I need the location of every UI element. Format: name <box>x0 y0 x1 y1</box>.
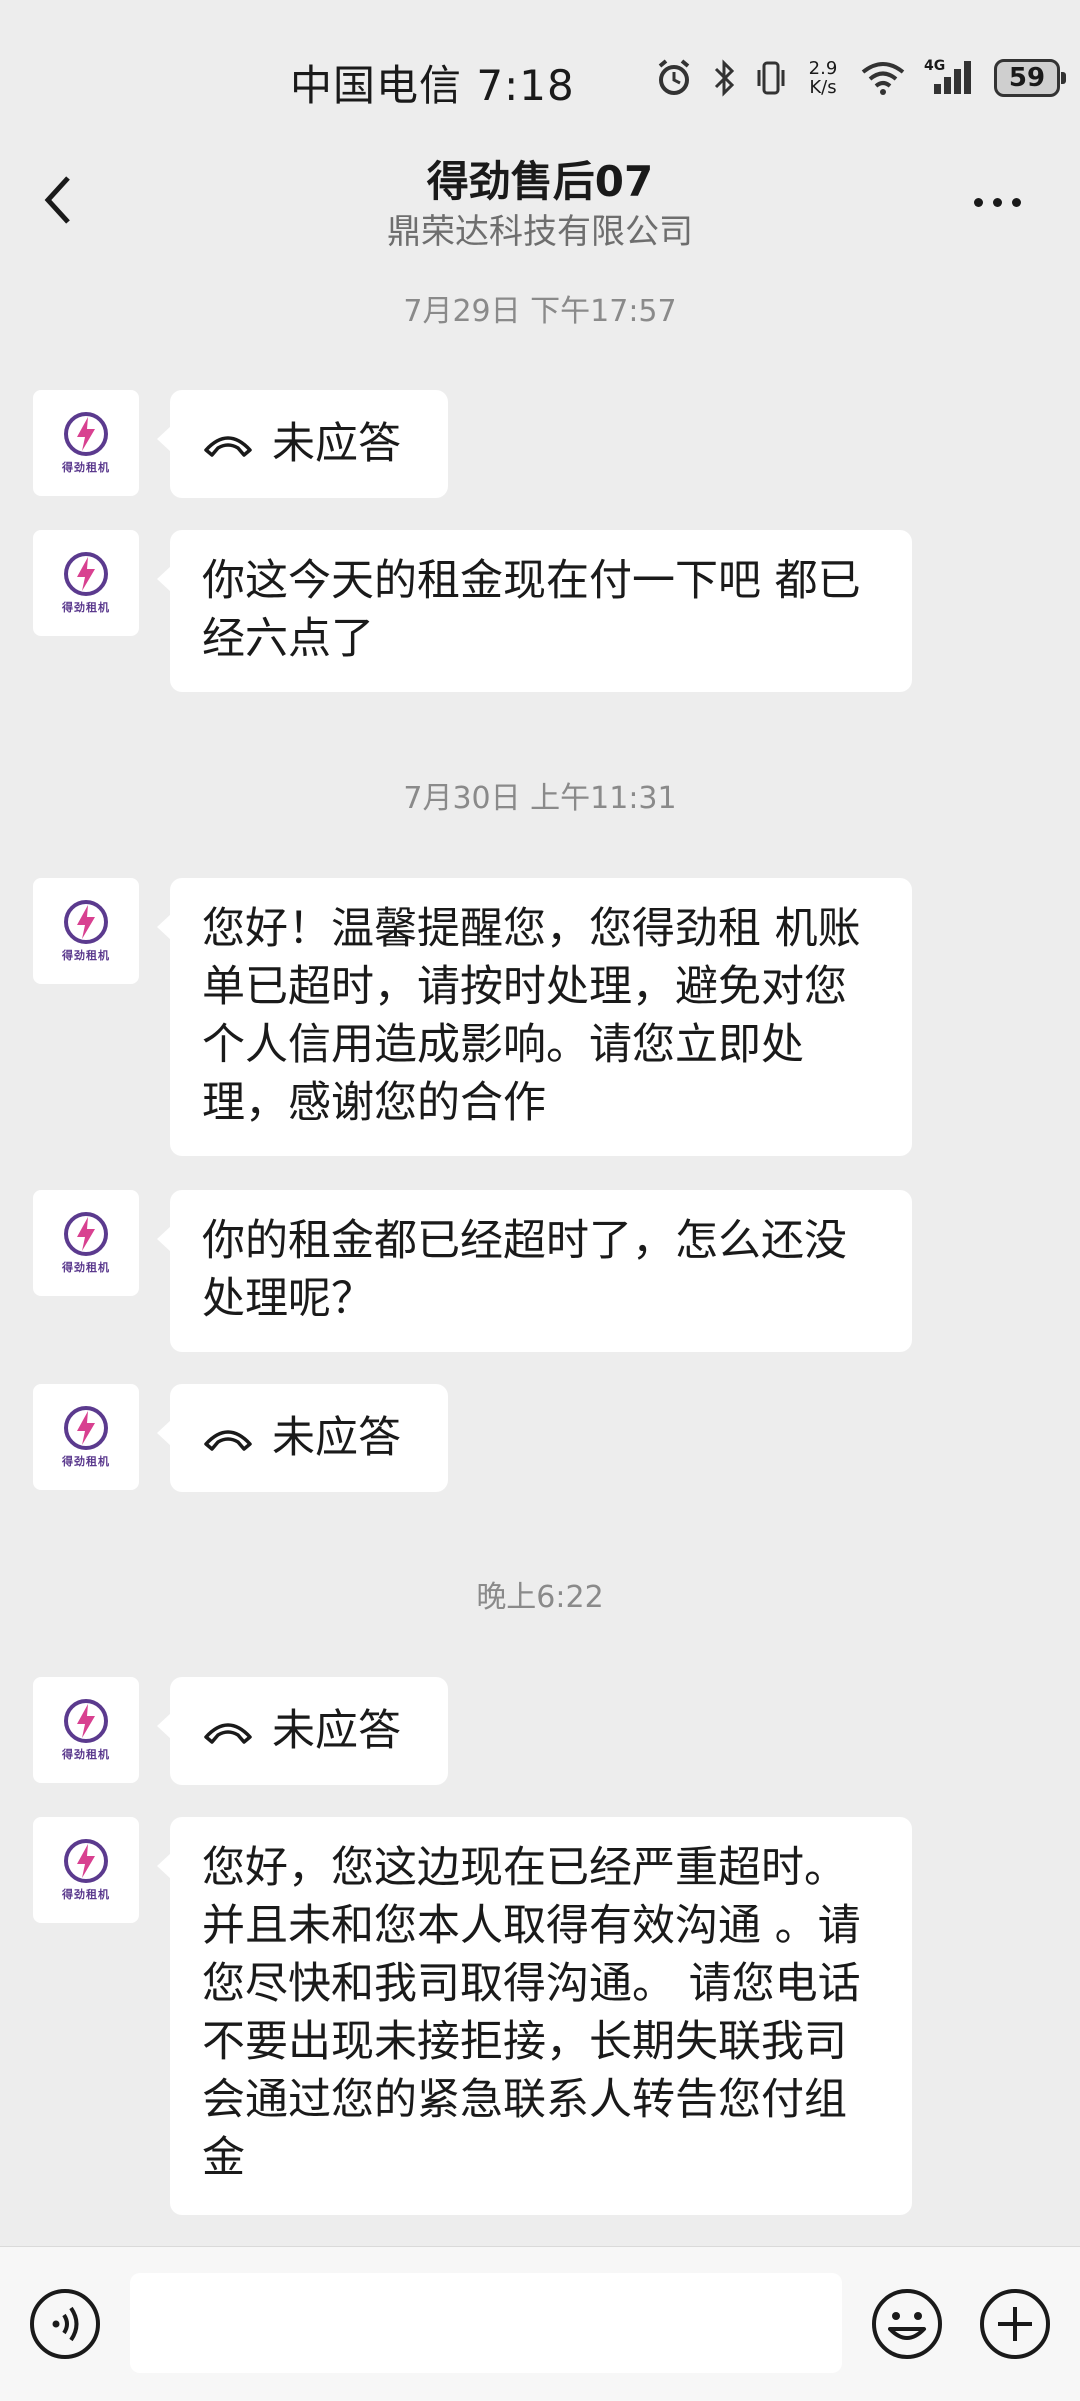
avatar-label: 得劲租机 <box>62 1748 110 1761</box>
avatar[interactable]: 得劲租机 <box>33 1384 139 1490</box>
status-bar: 中国电信 7:18 2.9 K/s 4G 59 <box>0 0 1080 140</box>
timestamp: 7月30日 上午11:31 <box>403 781 677 816</box>
avatar-label: 得劲租机 <box>62 601 110 614</box>
more-button[interactable] <box>974 192 1034 208</box>
avatar[interactable]: 得劲租机 <box>33 1817 139 1923</box>
alarm-icon <box>658 59 690 95</box>
message-bubble[interactable]: 你这今天的租金现在付一下吧 都已经六点了 <box>157 530 912 692</box>
emoji-icon <box>872 2289 942 2359</box>
emoji-button[interactable] <box>870 2287 944 2361</box>
bluetooth-icon <box>714 59 735 97</box>
chat-header: 得劲售后07 鼎荣达科技有限公司 <box>0 140 1080 262</box>
message-bubble[interactable]: 未应答 <box>157 1677 448 1785</box>
avatar-label: 得劲租机 <box>62 1261 110 1274</box>
message-text: 你这今天的租金现在付一下吧 都已经六点了 <box>202 556 861 664</box>
avatar[interactable]: 得劲租机 <box>33 390 139 496</box>
avatar-label: 得劲租机 <box>62 949 110 962</box>
avatar[interactable]: 得劲租机 <box>33 878 139 984</box>
carrier-time: 中国电信 7:18 <box>290 61 575 110</box>
message-text: 您好！温馨提醒您，您得劲租 机账 单已超时，请按时处理，避免对您个人信用造成影响… <box>202 904 861 1128</box>
chat-subtitle: 鼎荣达科技有限公司 <box>387 212 693 252</box>
status-icons: 2.9 K/s 4G 59 <box>654 54 1066 102</box>
network-speed: 2.9 K/s <box>804 59 842 97</box>
message-bubble[interactable]: 您好，您这边现在已经严重超时。并且未和您本人取得有效沟通 。请您尽快和我司取得沟… <box>157 1817 912 2215</box>
phone-hangup-icon <box>204 1430 252 1451</box>
brand-logo-icon <box>64 1212 108 1256</box>
signal-group: 4G <box>924 58 976 98</box>
battery-indicator: 59 <box>994 59 1066 97</box>
chat-title: 得劲售后07 <box>426 157 654 206</box>
brand-logo-icon <box>64 1406 108 1450</box>
avatar[interactable]: 得劲租机 <box>33 530 139 636</box>
brand-logo-icon <box>64 1839 108 1883</box>
phone-hangup-icon <box>204 1723 252 1744</box>
avatar-label: 得劲租机 <box>62 461 110 474</box>
message-text: 未应答 <box>272 1706 401 1756</box>
voice-button[interactable] <box>28 2287 102 2361</box>
plus-icon <box>980 2289 1050 2359</box>
avatar-label: 得劲租机 <box>62 1455 110 1468</box>
brand-logo-icon <box>64 552 108 596</box>
brand-logo-icon <box>64 900 108 944</box>
message-text: 您好，您这边现在已经严重超时。并且未和您本人取得有效沟通 。请您尽快和我司取得沟… <box>202 1843 861 2183</box>
timestamp: 7月29日 下午17:57 <box>403 294 677 329</box>
message-bubble[interactable]: 未应答 <box>157 1384 448 1492</box>
avatar[interactable]: 得劲租机 <box>33 1677 139 1783</box>
vibrate-icon <box>757 61 785 95</box>
avatar[interactable]: 得劲租机 <box>33 1190 139 1296</box>
brand-logo-icon <box>64 412 108 456</box>
wifi-icon <box>861 62 905 95</box>
avatar-label: 得劲租机 <box>62 1888 110 1901</box>
signal-icon <box>934 61 971 94</box>
network-speed-unit: K/s <box>809 77 837 98</box>
message-text: 未应答 <box>272 419 401 469</box>
brand-logo-icon <box>64 1699 108 1743</box>
message-text: 未应答 <box>272 1413 401 1463</box>
timestamp: 晚上6:22 <box>476 1580 604 1615</box>
phone-hangup-icon <box>204 436 252 457</box>
voice-icon <box>30 2289 100 2359</box>
message-text: 你的租金都已经超时了，怎么还没处理呢？ <box>202 1216 847 1324</box>
network-speed-value: 2.9 <box>808 58 838 79</box>
message-bubble[interactable]: 您好！温馨提醒您，您得劲租 机账 单已超时，请按时处理，避免对您个人信用造成影响… <box>157 878 912 1156</box>
message-bubble[interactable]: 你的租金都已经超时了，怎么还没处理呢？ <box>157 1190 912 1352</box>
input-bar <box>0 2246 1080 2401</box>
message-input[interactable] <box>130 2273 842 2373</box>
more-dots-icon <box>974 198 983 207</box>
message-bubble[interactable]: 未应答 <box>157 390 448 498</box>
more-actions-button[interactable] <box>978 2287 1052 2361</box>
